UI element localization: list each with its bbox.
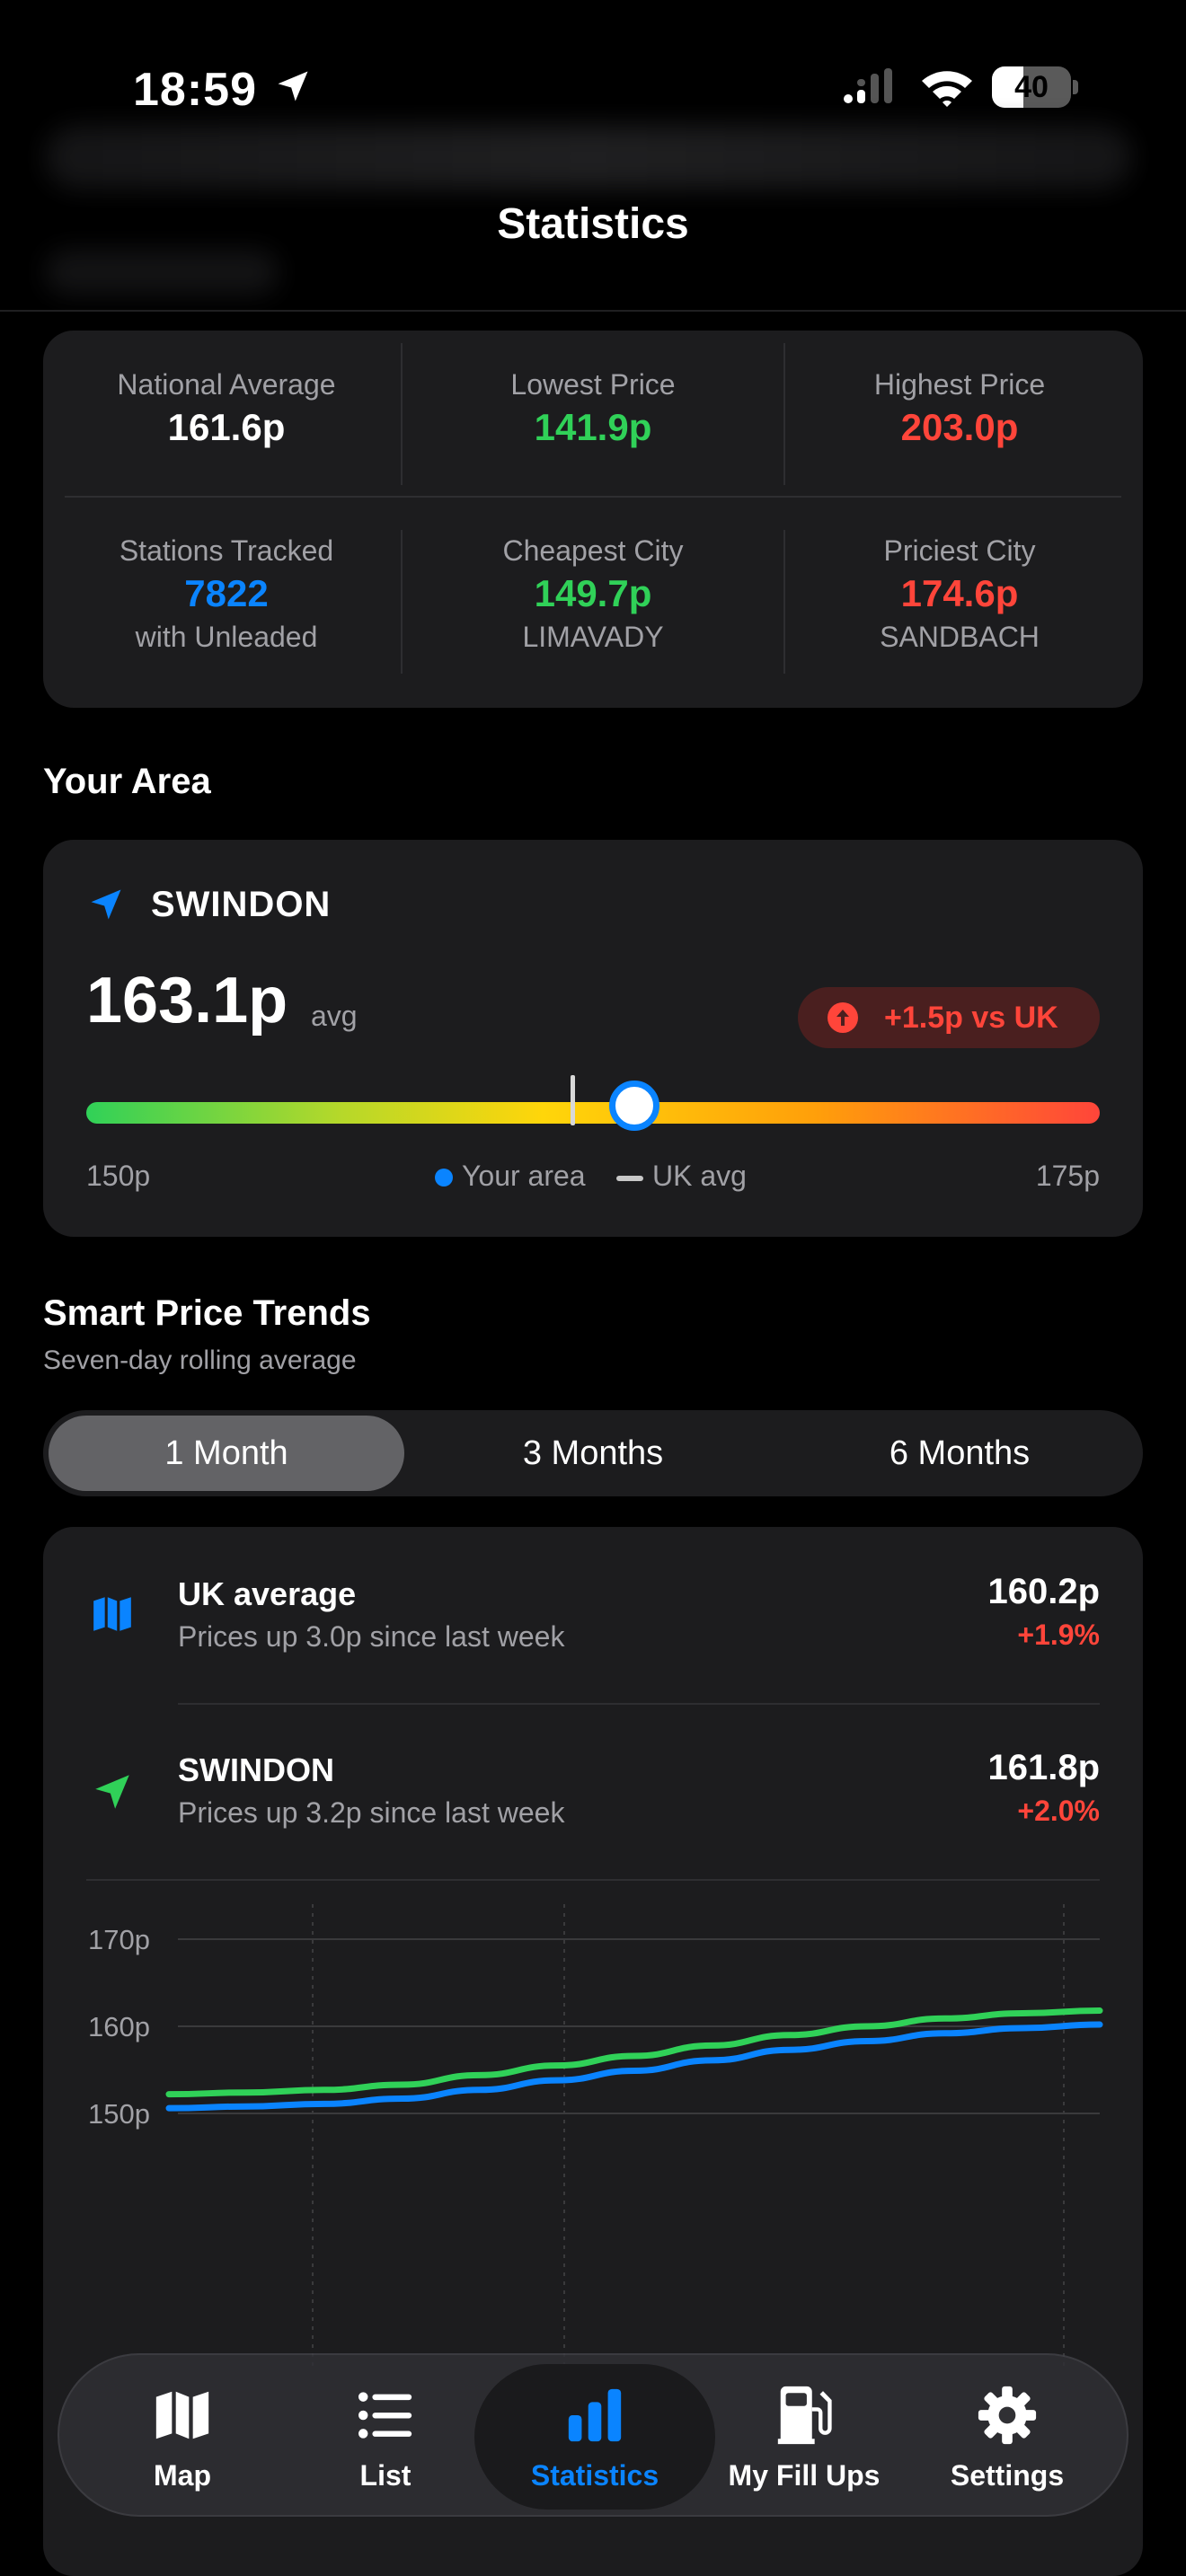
header-divider (0, 310, 1186, 312)
tab-label: List (359, 2459, 412, 2492)
map-icon (155, 2391, 209, 2439)
uk-average-desc: Prices up 3.0p since last week (178, 1620, 565, 1653)
tab-label: Statistics (530, 2459, 659, 2492)
stat-value: 149.7p (534, 572, 652, 614)
price-gauge-bar (86, 1102, 1100, 1124)
your-area-marker (609, 1081, 659, 1131)
stats-summary-card: National Average 161.6p Lowest Price 141… (43, 331, 1143, 708)
page-title: Statistics (497, 200, 689, 248)
tab-label: My Fill Ups (728, 2459, 881, 2492)
status-time: 18:59 (133, 64, 257, 116)
stat-lowest-price: Lowest Price 141.9p (410, 366, 776, 453)
location-arrow-icon (278, 71, 308, 101)
stat-label: Stations Tracked (119, 534, 334, 567)
stat-value: 141.9p (534, 406, 652, 448)
stat-highest-price: Highest Price 203.0p (776, 366, 1143, 453)
price-diff-text: +1.5p vs UK (884, 1001, 1058, 1035)
stat-stations-tracked: Stations Tracked 7822 with Unleaded (43, 533, 410, 655)
stat-cheapest-city: Cheapest City 149.7p LIMAVADY (410, 533, 776, 655)
stat-value: 174.6p (900, 572, 1019, 614)
stat-national-average: National Average 161.6p (43, 366, 410, 453)
divider (783, 530, 785, 674)
location-arrow-icon (91, 889, 121, 920)
uk-average-name: UK average (178, 1575, 357, 1612)
stat-value: 7822 (184, 572, 269, 614)
price-diff-badge: +1.5p vs UK (798, 987, 1100, 1048)
uk-average-marker (571, 1075, 575, 1125)
stat-sub: LIMAVADY (522, 621, 664, 653)
stat-sub: with Unleaded (135, 621, 318, 653)
divider (65, 496, 1121, 498)
fuel-pump-icon (777, 2386, 832, 2445)
divider (401, 343, 403, 485)
gauge-min-label: 150p (86, 1160, 151, 1192)
area-trend-name: SWINDON (178, 1751, 334, 1788)
your-area-heading: Your Area (43, 762, 211, 801)
gauge-max-label: 175p (1035, 1160, 1100, 1192)
tab-map[interactable]: Map (81, 2355, 284, 2519)
tab-my-fill-ups[interactable]: My Fill Ups (703, 2355, 906, 2519)
area-avg-label: avg (311, 1000, 358, 1032)
wifi-icon (922, 71, 972, 107)
stat-label: Highest Price (873, 368, 1046, 401)
location-arrow-icon (95, 1775, 129, 1809)
tab-list[interactable]: List (284, 2355, 487, 2519)
map-icon (93, 1597, 131, 1631)
series-line-swindon (165, 2007, 1103, 2098)
stat-value: 203.0p (900, 406, 1019, 448)
area-trend-price: 161.8p (987, 1748, 1100, 1787)
uk-average-change: +1.9% (1017, 1619, 1100, 1651)
divider (783, 343, 785, 485)
gear-icon (978, 2386, 1037, 2445)
trends-subtitle: Seven-day rolling average (43, 1345, 357, 1375)
stat-value: 161.6p (167, 406, 286, 448)
series-line-uk-average (165, 2021, 1103, 2112)
area-trend-desc: Prices up 3.2p since last week (178, 1796, 565, 1829)
divider (401, 530, 403, 674)
cellular-signal-icon (844, 68, 892, 103)
tab-label: Settings (950, 2459, 1065, 2492)
battery-level: 40 (1014, 70, 1049, 104)
blurred-header-content (45, 250, 279, 295)
legend-your-area: Your area (462, 1160, 586, 1192)
legend-uk-avg: UK avg (652, 1160, 747, 1192)
trends-heading: Smart Price Trends (43, 1293, 371, 1333)
area-price: 163.1p (86, 965, 288, 1037)
tab-settings[interactable]: Settings (906, 2355, 1109, 2519)
your-area-legend-dot (435, 1169, 453, 1187)
y-tick-label: 150p (88, 2098, 150, 2130)
stat-label: Lowest Price (510, 368, 676, 401)
segment-3-months[interactable]: 3 Months (415, 1410, 771, 1496)
battery-icon: 40 (992, 66, 1078, 108)
segment-1-month[interactable]: 1 Month (49, 1410, 404, 1496)
period-segmented-control[interactable]: 1 Month 3 Months 6 Months (43, 1410, 1143, 1496)
area-trend-change: +2.0% (1017, 1795, 1100, 1827)
tab-label: Map (154, 2459, 211, 2492)
stat-sub: SANDBACH (880, 621, 1040, 653)
tab-bar: Map List Statistics My Fill Ups Settings (58, 2353, 1128, 2517)
segment-6-months[interactable]: 6 Months (782, 1410, 1137, 1496)
y-tick-label: 160p (88, 2011, 150, 2042)
stat-label: Priciest City (883, 534, 1036, 567)
uk-average-price: 160.2p (987, 1572, 1100, 1611)
stat-label: National Average (117, 368, 336, 401)
stat-priciest-city: Priciest City 174.6p SANDBACH (776, 533, 1143, 655)
your-area-card[interactable]: SWINDON 163.1p avg +1.5p vs UK 150p Your… (43, 840, 1143, 1237)
uk-avg-legend-dash (616, 1176, 643, 1181)
divider (178, 1703, 1100, 1705)
arrow-up-circle-icon (828, 1002, 858, 1033)
area-name: SWINDON (151, 885, 332, 924)
list-icon (358, 2392, 412, 2439)
tab-statistics[interactable]: Statistics (493, 2355, 696, 2519)
stat-label: Cheapest City (502, 534, 684, 567)
blurred-header-content (45, 126, 1132, 189)
chart-bar-icon (568, 2388, 622, 2442)
price-trend-chart: 170p 160p 150p (88, 1904, 1103, 2371)
divider (86, 1879, 1100, 1881)
y-tick-label: 170p (88, 1924, 150, 1955)
